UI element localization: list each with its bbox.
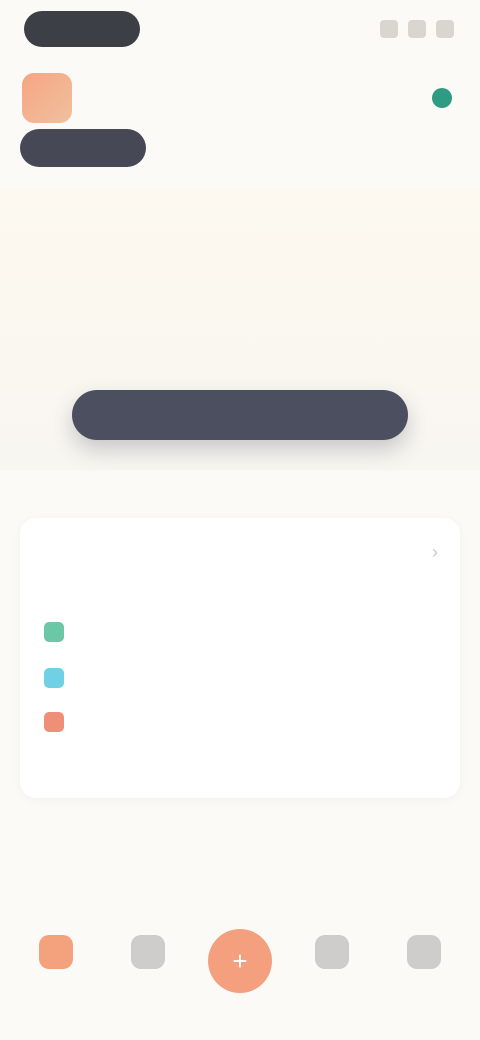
battery-icon xyxy=(436,20,454,38)
header xyxy=(22,70,458,126)
tab-1[interactable] xyxy=(20,129,146,167)
plus-icon: + xyxy=(208,929,272,993)
hero-subtitle xyxy=(110,350,370,368)
card-row[interactable] xyxy=(44,618,436,646)
hero-cta-button[interactable] xyxy=(72,390,408,440)
home-icon xyxy=(39,935,73,969)
top-bar xyxy=(0,0,480,58)
brand[interactable] xyxy=(22,73,82,123)
row-left xyxy=(44,622,74,642)
nav-grid[interactable] xyxy=(118,935,178,1015)
status-icon xyxy=(380,20,398,38)
section-header xyxy=(22,478,460,508)
grid-icon xyxy=(131,935,165,969)
user-icon xyxy=(407,935,441,969)
hero-banner xyxy=(0,190,480,470)
row-blue-icon xyxy=(44,668,64,688)
row-red-icon xyxy=(44,712,64,732)
chat-icon xyxy=(315,935,349,969)
nav-chat[interactable] xyxy=(302,935,362,1015)
article-preview[interactable] xyxy=(22,830,458,910)
nav-profile[interactable] xyxy=(394,935,454,1015)
bottom-nav: + xyxy=(0,910,480,1040)
tab-bar xyxy=(20,128,460,168)
card-row[interactable] xyxy=(44,664,436,692)
row-left xyxy=(44,712,74,732)
brand-logo xyxy=(22,73,72,123)
status-dot-icon xyxy=(432,88,452,108)
row-left xyxy=(44,668,74,688)
card-row[interactable] xyxy=(44,708,436,736)
location-pill[interactable] xyxy=(24,11,140,47)
row-green-icon xyxy=(44,622,64,642)
top-right-icons xyxy=(380,20,454,38)
wifi-icon xyxy=(408,20,426,38)
status-chip[interactable] xyxy=(432,88,458,108)
chevron-right-icon[interactable]: › xyxy=(432,542,438,563)
nav-home[interactable] xyxy=(26,935,86,1015)
summary-card[interactable]: › xyxy=(20,518,460,798)
nav-center[interactable]: + xyxy=(208,929,272,1015)
